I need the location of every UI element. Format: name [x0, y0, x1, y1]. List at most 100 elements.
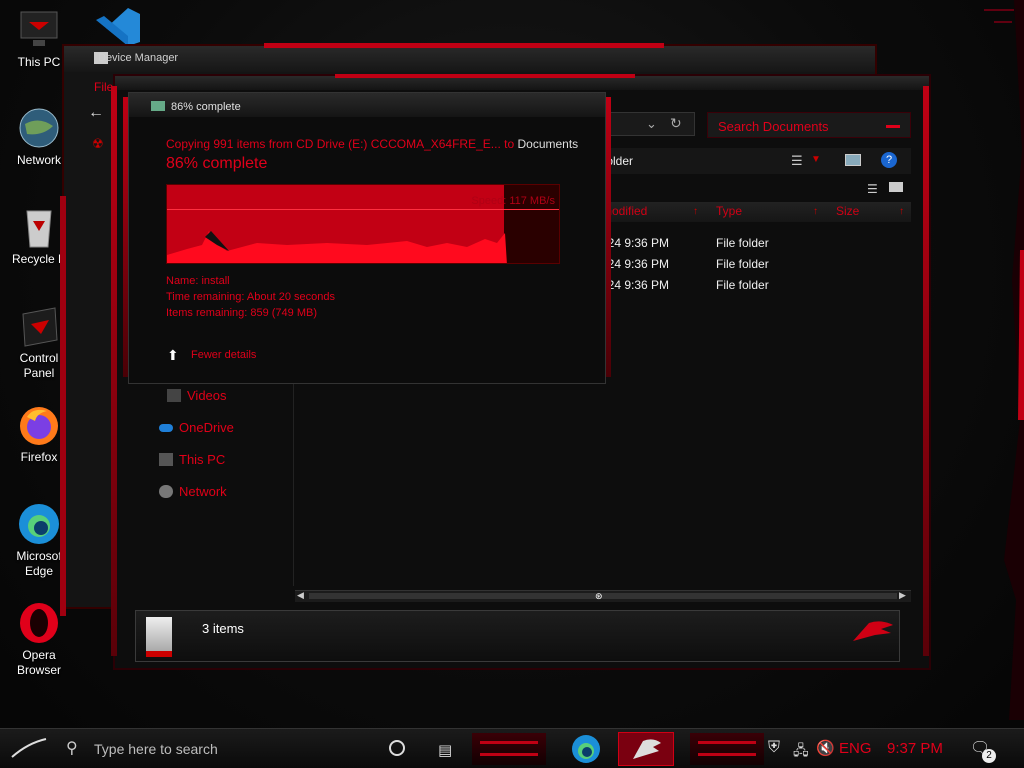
nav-item-label: OneDrive [179, 420, 234, 435]
recycle-bin-icon [17, 205, 61, 249]
scroll-right-icon[interactable]: ▶ [899, 590, 906, 601]
nav-item-label: This PC [179, 452, 226, 467]
edge-icon [17, 502, 61, 546]
explorer-titlebar[interactable] [115, 76, 929, 90]
folder-preview-icon [146, 617, 172, 657]
speed-label: Speed: 117 MB/s [471, 195, 555, 207]
right-frame-accent [923, 86, 929, 656]
status-bar: 3 items [135, 610, 900, 662]
network-icon [159, 485, 173, 498]
sort-icon: ↑ [899, 206, 904, 217]
titlebar-accent [264, 43, 664, 48]
clock[interactable]: 9:37 PM [887, 740, 943, 757]
scroll-left-icon[interactable]: ◀ [297, 590, 304, 601]
nav-item-label: Videos [187, 388, 227, 403]
nav-item-onedrive[interactable]: OneDrive [159, 420, 234, 435]
opera-icon [17, 601, 61, 645]
copy-progress-dialog[interactable]: 86% complete Copying 991 items from CD D… [123, 92, 611, 384]
progress-headline: 86% complete [166, 155, 268, 172]
file-name-line: Name: install [166, 275, 230, 287]
table-row[interactable]: 024 9:36 PM File folder [599, 234, 911, 254]
horizontal-scrollbar[interactable]: ◀ ⊛ ▶ [295, 590, 911, 602]
task-view-icon[interactable]: ▤ [438, 741, 452, 759]
view-dropdown-icon[interactable]: ▼ [811, 154, 821, 165]
this-pc-icon [159, 453, 173, 466]
copy-source-link[interactable]: CD Drive (E:) CCCOMA_X64FRE_E... [296, 137, 501, 151]
control-panel-icon [17, 304, 61, 348]
device-tree-icon: ☢ [92, 136, 104, 151]
copy-prefix: Copying 991 items from [166, 137, 293, 151]
copy-destination-link[interactable]: Documents [517, 137, 578, 151]
back-arrow-icon[interactable]: ← [88, 104, 104, 122]
sort-icon: ↑ [693, 206, 698, 217]
copy-description: Copying 991 items from CD Drive (E:) CCC… [166, 137, 578, 151]
scrollbar-thumb[interactable] [309, 593, 897, 599]
cell-date-modified: 024 9:36 PM [601, 257, 670, 271]
view-list-icon[interactable]: ☰ [791, 153, 803, 169]
copy-to-word: to [504, 137, 515, 151]
scroll-grip-icon: ⊛ [595, 591, 603, 601]
status-item-count: 3 items [202, 621, 244, 636]
taskbar-search-box[interactable]: ⚲ Type here to search [58, 729, 378, 768]
table-row[interactable]: 024 9:36 PM File folder [599, 276, 911, 296]
right-edge-decoration [954, 0, 1024, 720]
details-view-icon[interactable]: ☰ [867, 182, 878, 196]
collapse-arrow-icon: ⬆ [167, 347, 179, 363]
left-frame-accent [111, 86, 117, 656]
language-indicator[interactable]: ENG [839, 740, 872, 757]
nav-item-this-pc[interactable]: This PC [159, 452, 226, 467]
desktop-icon-opera[interactable]: Opera Browser [0, 601, 78, 678]
preview-pane-icon[interactable] [845, 154, 861, 166]
cell-type: File folder [716, 278, 769, 292]
view-toolbar: folder ☰ ▼ ? [599, 148, 911, 174]
taskbar: ⚲ Type here to search ▤ ⛨ 🖧 🔇 ENG 9:37 P… [0, 728, 1024, 768]
security-shield-icon[interactable]: ⛨ [768, 739, 780, 757]
refresh-icon[interactable]: ↻ [670, 115, 682, 132]
table-row[interactable]: 024 9:36 PM File folder [599, 255, 911, 275]
network-status-icon[interactable]: 🖧 [793, 740, 809, 764]
nav-item-label: Network [179, 484, 227, 499]
search-placeholder: Type here to search [94, 741, 218, 757]
onedrive-cloud-icon [159, 424, 173, 432]
window-title: Device Manager [98, 52, 179, 64]
chevron-down-icon[interactable]: ⌄ [646, 116, 657, 132]
cell-date-modified: 024 9:36 PM [601, 236, 670, 250]
search-box[interactable]: Search Documents [707, 112, 911, 138]
notification-count-badge: 2 [982, 749, 996, 763]
cell-type: File folder [716, 257, 769, 271]
address-bar[interactable]: ⌄ ↻ [605, 112, 695, 136]
nav-pane-divider [293, 376, 294, 586]
taskbar-edge-icon[interactable] [570, 733, 602, 768]
copy-icon [151, 101, 165, 111]
left-frame-accent [123, 97, 128, 377]
deco-stripe [698, 741, 756, 744]
cell-date-modified: 024 9:36 PM [601, 278, 670, 292]
taskbar-deco-left [472, 733, 546, 765]
fewer-details-label: Fewer details [191, 349, 257, 361]
right-frame-accent [606, 97, 611, 377]
nav-item-network[interactable]: Network [159, 484, 227, 499]
network-globe-icon [17, 106, 61, 150]
column-header-size[interactable]: Size [836, 204, 859, 218]
this-pc-icon [17, 8, 61, 52]
search-accent [886, 125, 900, 128]
items-remaining-line: Items remaining: 859 (749 MB) [166, 307, 318, 319]
sort-icon: ↑ [813, 206, 818, 217]
large-icons-view-icon[interactable] [889, 182, 903, 192]
device-manager-titlebar[interactable] [64, 46, 875, 72]
transfer-speed-graph: Speed: 117 MB/s [166, 184, 560, 264]
rog-logo-icon [851, 619, 895, 650]
search-icon: ⚲ [66, 740, 78, 757]
cortana-icon[interactable] [389, 740, 405, 756]
deco-stripe [698, 753, 756, 756]
cell-type: File folder [716, 236, 769, 250]
help-icon[interactable]: ? [881, 152, 897, 168]
search-placeholder: Search Documents [718, 119, 829, 134]
videos-icon [167, 389, 181, 402]
nav-item-videos[interactable]: Videos [167, 388, 227, 403]
taskbar-explorer-active[interactable] [618, 732, 674, 766]
column-header-type[interactable]: Type [716, 204, 742, 218]
start-button[interactable] [8, 735, 48, 768]
dialog-title: 86% complete [171, 101, 241, 113]
volume-muted-icon[interactable]: 🔇 [816, 739, 835, 757]
